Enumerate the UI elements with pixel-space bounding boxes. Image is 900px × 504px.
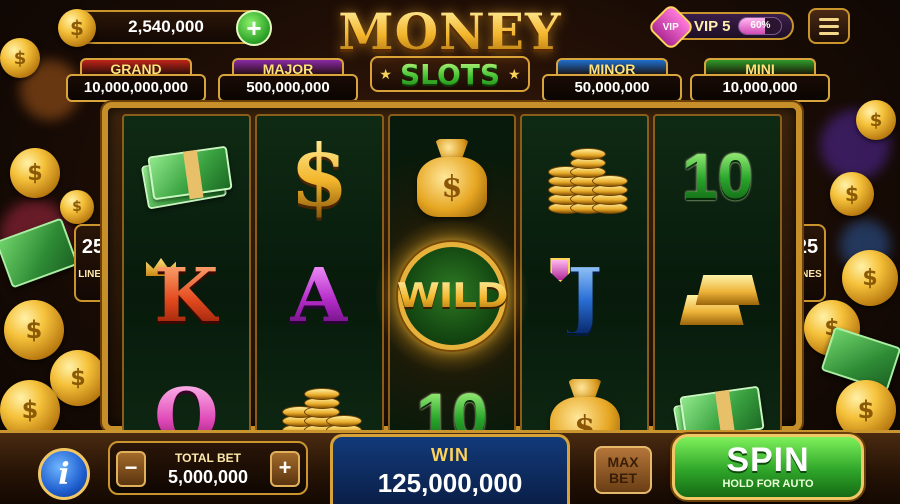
jackpot-value: 500,000,000 [218, 74, 358, 102]
max-bet-label-line2: BET [609, 470, 637, 486]
coin-icon: $ [58, 9, 96, 47]
total-bet-label: TOTAL BET [175, 451, 241, 465]
balance-display: $ 2,540,000 + [58, 9, 272, 47]
star-icon: ★ [379, 65, 392, 82]
increase-bet-button[interactable]: + [270, 451, 300, 487]
vip-badge-icon: VIP [646, 2, 696, 52]
coin-icon [569, 148, 606, 160]
coin-icon [326, 415, 363, 427]
jackpot-value: 10,000,000 [690, 74, 830, 102]
reel-3: $ WILD 10 [373, 114, 530, 478]
spin-button[interactable]: SPIN HOLD FOR AUTO [672, 434, 864, 500]
symbol-k: K [124, 236, 249, 356]
game-logo: MONEY ★ SLOTS ★ [330, 4, 570, 102]
logo-subtitle: SLOTS [399, 57, 501, 91]
reel-4: J $ [520, 114, 650, 478]
symbol-wild: WILD [373, 218, 530, 374]
hamburger-icon [819, 17, 839, 21]
vip-status[interactable]: VIP VIP 5 60% [646, 2, 794, 52]
total-bet-control: − TOTAL BET 5,000,000 + [108, 441, 308, 495]
win-amount: 125,000,000 [377, 468, 523, 498]
reels-frame: K Q $ A $ WILD 10 J $ 10 [102, 102, 802, 478]
coin-stack-icon [522, 116, 647, 236]
add-coins-button[interactable]: + [236, 10, 272, 46]
info-button[interactable]: i [38, 448, 90, 500]
reels-grid: K Q $ A $ WILD 10 J $ 10 [122, 114, 782, 478]
coin-icon [591, 175, 628, 187]
jackpot-grand: GRAND 10,000,000,000 [66, 58, 206, 102]
gold-bars-icon [655, 236, 780, 356]
win-display: WIN 125,000,000 [330, 434, 570, 504]
symbol-dollar: $ [289, 126, 349, 225]
vip-progress-text: 60% [750, 20, 771, 31]
star-icon: ★ [508, 65, 521, 82]
jackpot-minor: MINOR 50,000,000 [542, 58, 682, 102]
menu-button[interactable] [808, 8, 850, 44]
jackpot-mini: MINI 10,000,000 [690, 58, 830, 102]
logo-title: MONEY [330, 4, 570, 60]
cash-stack-icon [124, 116, 249, 236]
decrease-bet-button[interactable]: − [116, 451, 146, 487]
wild-label: WILD [396, 276, 509, 316]
max-bet-button[interactable]: MAX BET [594, 446, 652, 494]
total-bet-value: 5,000,000 [167, 467, 249, 487]
spin-sublabel: HOLD FOR AUTO [722, 478, 814, 490]
info-icon: i [58, 456, 70, 492]
logo-subtitle-plate: ★ SLOTS ★ [370, 56, 530, 92]
vip-progress-bar: 60% [738, 17, 783, 35]
spin-label: SPIN [726, 441, 810, 479]
max-bet-label-line1: MAX [607, 454, 639, 470]
coin-icon [304, 388, 341, 400]
vip-level: VIP 5 [694, 17, 731, 35]
reel-1: K Q [122, 114, 251, 478]
symbol-a: A [290, 253, 348, 339]
jackpot-value: 50,000,000 [542, 74, 682, 102]
symbol-ten: 10 [682, 140, 754, 212]
reel-5: 10 [653, 114, 782, 478]
jackpot-value: 10,000,000,000 [66, 74, 206, 102]
jackpot-major: MAJOR 500,000,000 [218, 58, 358, 102]
reel-2: $ A [254, 114, 384, 478]
symbol-j: J [522, 236, 647, 356]
plus-icon: + [246, 13, 262, 43]
win-label: WIN [431, 445, 469, 465]
